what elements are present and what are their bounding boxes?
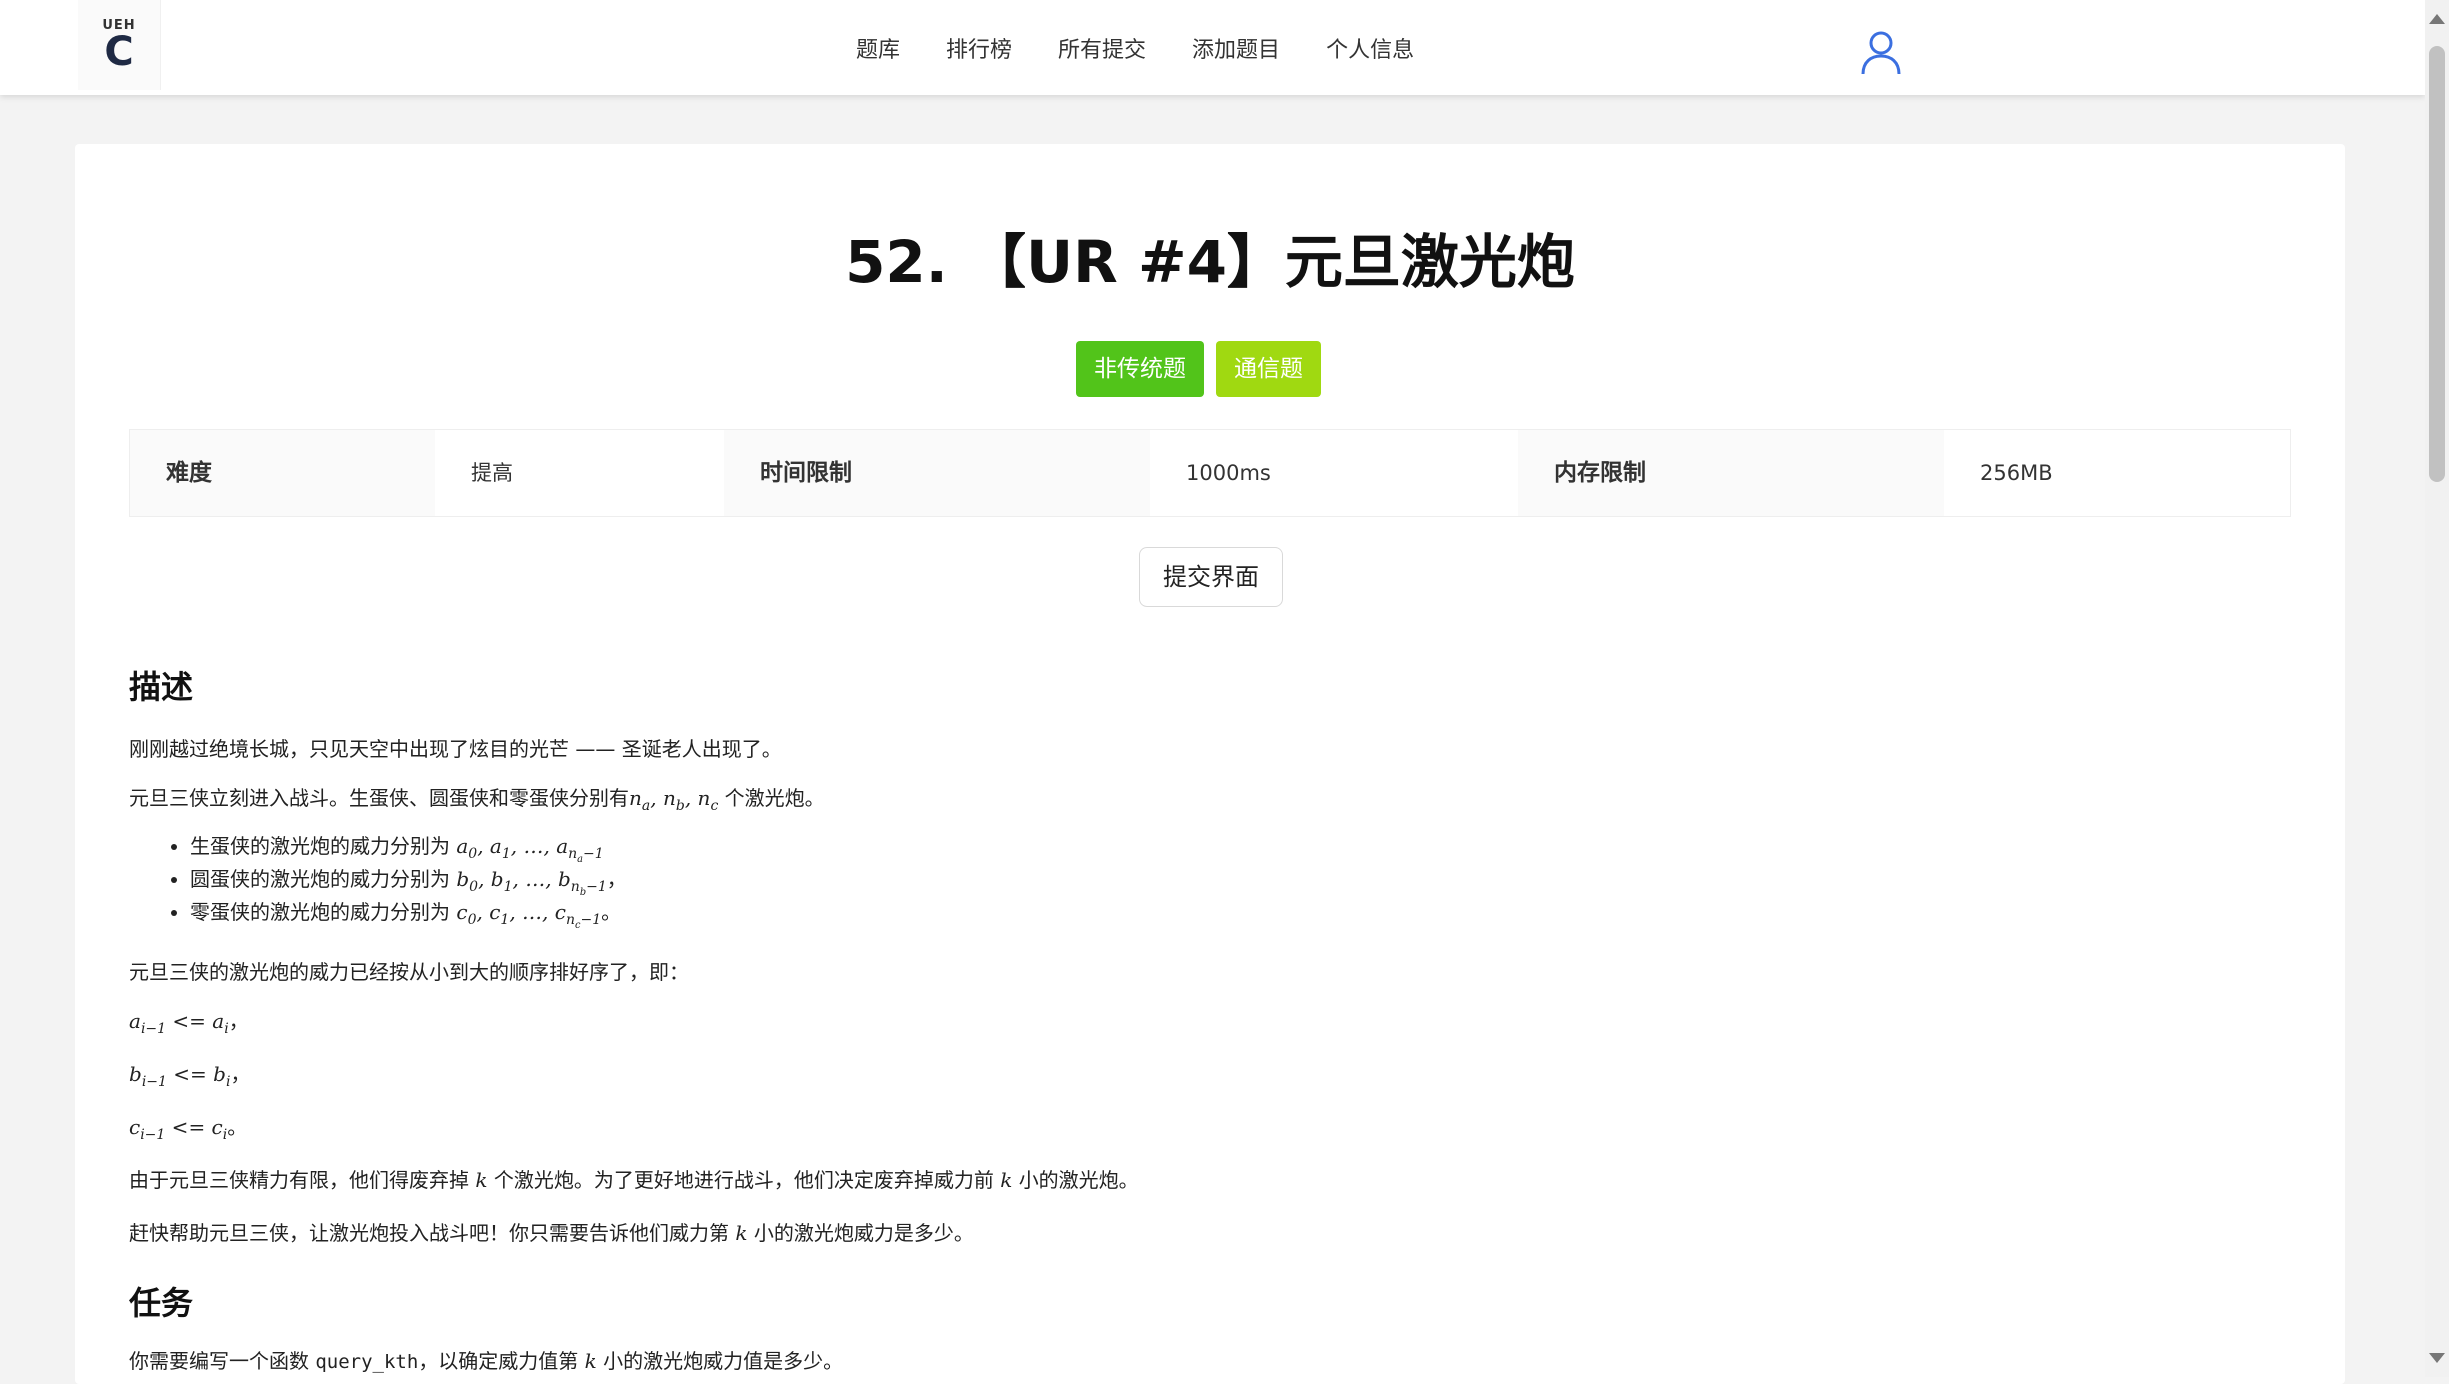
problem-tags: 非传统题 通信题 (1076, 341, 1333, 397)
task-part-b: ，以确定威力值第 (418, 1349, 579, 1373)
description-heading: 描述 (129, 668, 194, 706)
inequality-c: ci−1 <= ci。 (129, 1111, 247, 1143)
site-logo[interactable]: UEH C (78, 0, 161, 90)
math-counts: na, nb, nc (629, 786, 719, 814)
memory-limit-value: 256MB (1980, 461, 2053, 485)
bullet-text: 生蛋侠的激光炮的威力分别为 (190, 834, 450, 858)
main-nav: 题库 排行榜 所有提交 添加题目 个人信息 (856, 32, 1460, 64)
nav-leaderboard[interactable]: 排行榜 (946, 32, 1012, 64)
description-paragraph-3: 元旦三侠的激光炮的威力已经按从小到大的顺序排好序了，即： (129, 960, 689, 984)
problem-card (75, 144, 2345, 1384)
scroll-up-arrow-icon[interactable] (2429, 14, 2445, 24)
math-sequence-b: b0, b1, …, bnb−1 (456, 867, 607, 898)
problem-title: 52. 【UR #4】元旦激光炮 (845, 228, 1575, 296)
power-list: 生蛋侠的激光炮的威力分别为 a0, a1, …, ana−1 圆蛋侠的激光炮的威… (154, 830, 627, 931)
top-navbar: UEH C 题库 排行榜 所有提交 添加题目 个人信息 (0, 0, 2425, 95)
ineq-end: ， (228, 1009, 249, 1033)
memory-limit-label: 内存限制 (1518, 430, 1944, 516)
bullet-text: 零蛋侠的激光炮的威力分别为 (190, 900, 450, 924)
ineq-end: ， (230, 1062, 251, 1086)
difficulty-value: 提高 (471, 461, 513, 485)
p2-suffix: 个激光炮。 (724, 786, 825, 810)
scroll-down-arrow-icon[interactable] (2429, 1353, 2445, 1363)
inequality-a: ai−1 <= ai， (129, 1005, 249, 1037)
math-ineq-c: ci−1 <= ci (129, 1115, 228, 1143)
math-sequence-a: a0, a1, …, ana−1 (456, 834, 604, 865)
task-part-c: 小的激光炮威力值是多少。 (603, 1349, 844, 1373)
p5-part-b: 小的激光炮威力是多少。 (753, 1221, 974, 1245)
user-icon[interactable] (1858, 30, 1904, 76)
math-sequence-c: c0, c1, …, cnc−1 (456, 900, 602, 931)
task-paragraph-1: 你需要编写一个函数 query_kth，以确定威力值第 k 小的激光炮威力值是多… (129, 1345, 843, 1374)
math-k: k (584, 1349, 597, 1373)
task-heading: 任务 (129, 1284, 194, 1322)
problem-limits-table: 难度 提高 时间限制 1000ms 内存限制 256MB (129, 429, 2291, 517)
math-k: k (1000, 1168, 1013, 1192)
list-item: 生蛋侠的激光炮的威力分别为 a0, a1, …, ana−1 (190, 830, 627, 865)
description-paragraph-1: 刚刚越过绝境长城，只见天空中出现了炫目的光芒 —— 圣诞老人出现了。 (129, 737, 782, 761)
math-ineq-b: bi−1 <= bi (129, 1062, 231, 1090)
bullet-end: 。 (601, 900, 622, 924)
list-item: 零蛋侠的激光炮的威力分别为 c0, c1, …, cnc−1。 (190, 896, 627, 931)
submit-page-button[interactable]: 提交界面 (1139, 547, 1283, 607)
nav-problem-bank[interactable]: 题库 (856, 32, 900, 64)
math-ineq-a: ai−1 <= ai (129, 1009, 229, 1037)
description-paragraph-4: 由于元旦三侠精力有限，他们得废弃掉 k 个激光炮。为了更好地进行战斗，他们决定废… (129, 1164, 1139, 1193)
nav-all-submissions[interactable]: 所有提交 (1058, 32, 1146, 64)
scroll-thumb[interactable] (2429, 46, 2445, 482)
p4-part-a: 由于元旦三侠精力有限，他们得废弃掉 (129, 1168, 469, 1192)
p4-part-b: 个激光炮。为了更好地进行战斗，他们决定废弃掉威力前 (493, 1168, 994, 1192)
task-part-a: 你需要编写一个函数 (129, 1349, 309, 1373)
p2-prefix: 元旦三侠立刻进入战斗。生蛋侠、圆蛋侠和零蛋侠分别有 (129, 786, 629, 810)
bullet-end: ， (606, 867, 627, 891)
nav-profile[interactable]: 个人信息 (1326, 32, 1414, 64)
function-name: query_kth (315, 1351, 419, 1373)
p4-part-c: 小的激光炮。 (1018, 1168, 1139, 1192)
difficulty-label: 难度 (130, 430, 435, 516)
p5-part-a: 赶快帮助元旦三侠，让激光炮投入战斗吧！你只需要告诉他们威力第 (129, 1221, 729, 1245)
description-paragraph-2: 元旦三侠立刻进入战斗。生蛋侠、圆蛋侠和零蛋侠分别有na, nb, nc 个激光炮… (129, 782, 825, 814)
tag-communication[interactable]: 通信题 (1216, 341, 1321, 397)
logo-letter: C (104, 28, 134, 75)
ineq-end: 。 (227, 1115, 248, 1139)
bullet-text: 圆蛋侠的激光炮的威力分别为 (190, 867, 450, 891)
list-item: 圆蛋侠的激光炮的威力分别为 b0, b1, …, bnb−1， (190, 863, 627, 898)
math-k: k (475, 1168, 488, 1192)
time-limit-value: 1000ms (1186, 461, 1271, 485)
page-scrollbar[interactable] (2425, 0, 2449, 1377)
math-k: k (735, 1221, 748, 1245)
nav-add-problem[interactable]: 添加题目 (1192, 32, 1280, 64)
description-paragraph-5: 赶快帮助元旦三侠，让激光炮投入战斗吧！你只需要告诉他们威力第 k 小的激光炮威力… (129, 1217, 974, 1246)
tag-non-traditional[interactable]: 非传统题 (1076, 341, 1204, 397)
inequality-b: bi−1 <= bi， (129, 1058, 250, 1090)
time-limit-label: 时间限制 (724, 430, 1150, 516)
